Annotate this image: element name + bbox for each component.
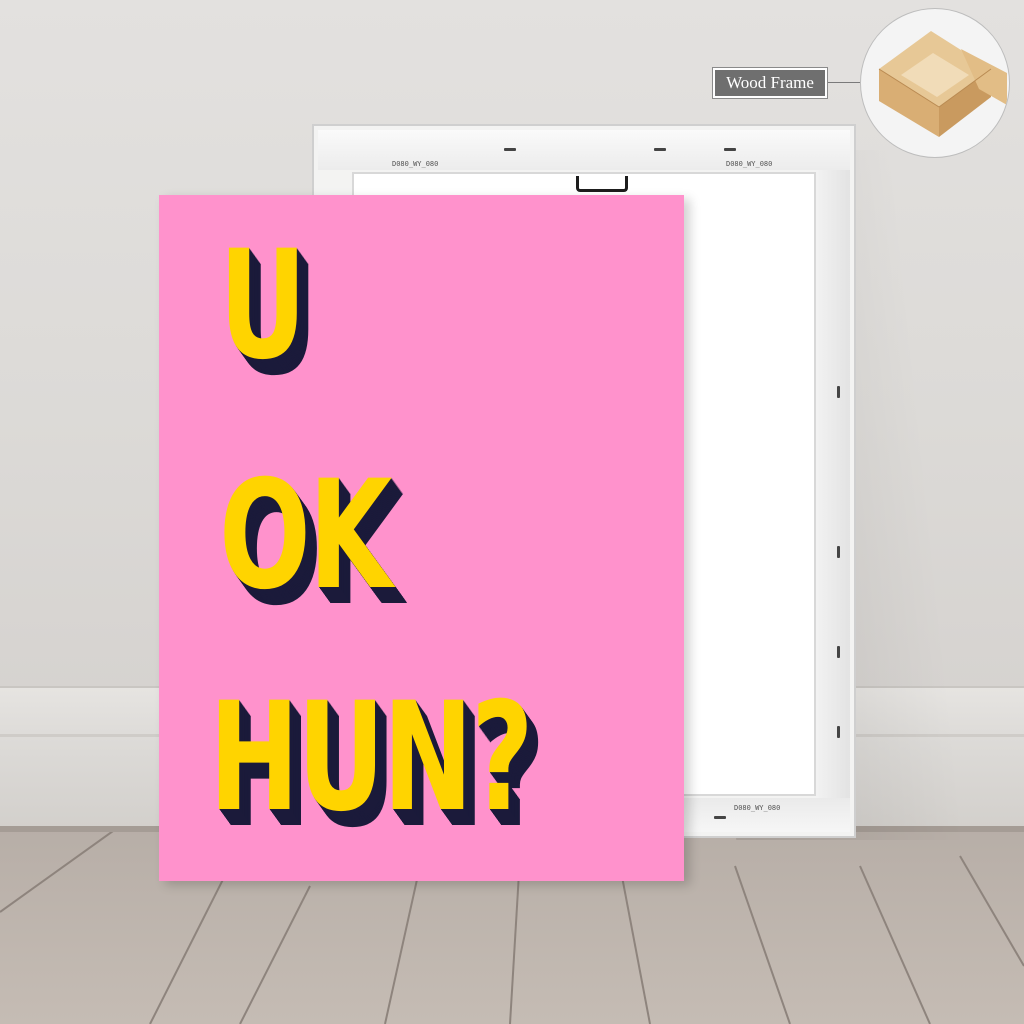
frame-print-bottom: D080_WY_080 bbox=[734, 804, 781, 812]
staple-icon bbox=[837, 646, 840, 658]
staple-icon bbox=[837, 386, 840, 398]
wood-frame-label: Wood Frame bbox=[712, 67, 828, 99]
frame-print-top-right: D080_WY_080 bbox=[726, 160, 773, 168]
frame-right-bar bbox=[816, 170, 850, 800]
staple-icon bbox=[837, 546, 840, 558]
wood-frame-corner-icon bbox=[860, 8, 1010, 158]
staple-icon bbox=[654, 148, 666, 151]
staple-icon bbox=[724, 148, 736, 151]
hanger-icon bbox=[576, 176, 628, 192]
poster-word-u: U bbox=[219, 219, 307, 393]
staple-icon bbox=[714, 816, 726, 819]
pink-canvas-print: U OK HUN? bbox=[159, 195, 684, 881]
staple-icon bbox=[837, 726, 840, 738]
callout-connector bbox=[828, 82, 860, 83]
frame-print-top-left: D080_WY_080 bbox=[392, 160, 439, 168]
poster-word-ok: OK bbox=[219, 449, 392, 623]
staple-icon bbox=[504, 148, 516, 151]
poster-word-hun: HUN? bbox=[209, 671, 534, 845]
